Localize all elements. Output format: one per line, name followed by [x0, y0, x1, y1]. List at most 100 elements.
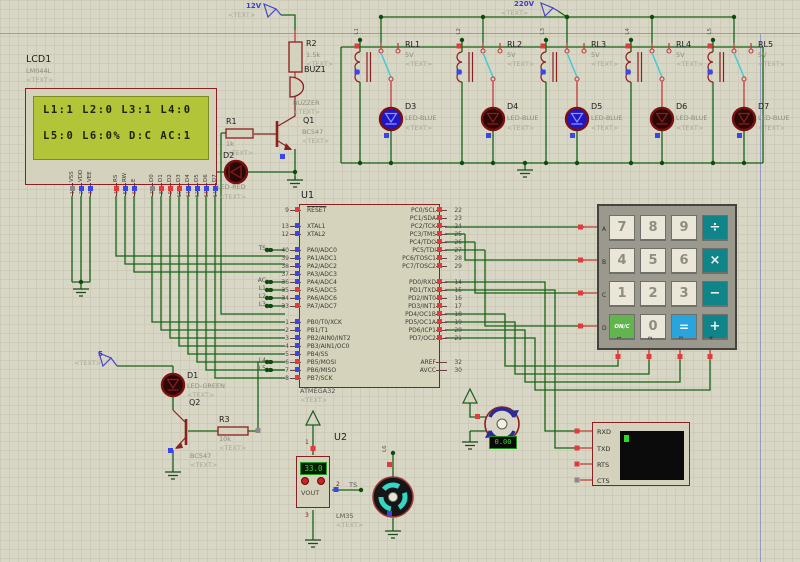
pin-stub: [436, 318, 447, 326]
keypad-key[interactable]: 9: [671, 215, 697, 241]
keypad-key[interactable]: 2: [640, 281, 666, 307]
relay-rl4-with-led-d6[interactable]: [624, 13, 675, 167]
pin-number: 22: [454, 206, 462, 214]
power-label-5v: 5: [98, 350, 103, 358]
net-tag-dot: [267, 302, 274, 310]
pin-stub: [290, 334, 301, 342]
u1-pin-row: PD5/OC1A 19: [362, 318, 472, 326]
keypad-row-label: B: [602, 259, 607, 266]
pin-name: PC7/TOSC2: [402, 262, 436, 270]
pin-number: 2: [285, 326, 289, 334]
keypad-key[interactable]: ×: [702, 248, 728, 274]
keypad-key[interactable]: 6: [671, 248, 697, 274]
transistor-q1[interactable]: [254, 96, 296, 150]
pin-number: 26: [454, 238, 462, 246]
net-tag-label: L5: [258, 364, 266, 372]
d1-model: LED-GREEN: [187, 382, 225, 390]
lm35-sensor[interactable]: 33.0 VOUT: [296, 456, 330, 508]
relay-ref: RL1: [405, 40, 421, 49]
led-ref: D3: [405, 102, 417, 111]
keypad-key[interactable]: 3: [671, 281, 697, 307]
keypad-key[interactable]: +: [702, 314, 728, 340]
keypad-key[interactable]: 4: [609, 248, 635, 274]
pin-name: PD4/OC1B: [405, 310, 436, 318]
lcd-pin: D0 7: [148, 160, 157, 204]
relay-text: <TEXT>: [405, 60, 433, 68]
pin-number: 9: [285, 206, 289, 214]
u1-pin-row: PC2/TCK 24: [362, 222, 472, 230]
pin-name: AVCC: [419, 366, 436, 374]
keypad[interactable]: 7 8 9 ÷ 4 5 6 × 1 2 3− ON/C 0 = + ABCD 1234: [597, 204, 737, 350]
led-d1[interactable]: [160, 372, 186, 398]
lcd-pin: D6 13: [202, 160, 211, 204]
pin-number: 5: [285, 350, 289, 358]
pin-stub: [436, 214, 447, 222]
r3-value: 10k: [219, 435, 232, 443]
pin-number: 17: [454, 302, 462, 310]
virtual-terminal[interactable]: RXD TXD RTS CTS: [592, 422, 690, 486]
keypad-row-label: A: [602, 226, 607, 233]
terminal-pin-label: RXD: [597, 428, 611, 436]
pin-number: 20: [454, 326, 462, 334]
relay-value: 5V: [507, 51, 516, 59]
u1-pin-row: PD7/OC2 21: [362, 334, 472, 342]
pin-stub: [436, 350, 447, 358]
fan-symbol[interactable]: [372, 476, 414, 518]
relay-rl1-with-led-d3[interactable]: [353, 13, 404, 167]
q1-model: BC547: [302, 128, 324, 136]
led-text: <TEXT>: [758, 124, 786, 132]
lcd-screen: L1:1 L2:0 L3:1 L4:0 L5:0 L6:0% D:C AC:1: [33, 96, 209, 160]
keypad-key[interactable]: 5: [640, 248, 666, 274]
pin-stub: [290, 278, 301, 286]
lcd-pin-label: D1: [158, 174, 164, 182]
u1-pin-row: PC0/SCL 22: [362, 206, 472, 214]
u2-pin3-number: 3: [305, 512, 309, 519]
pin-stub: [290, 238, 301, 246]
led-ref: D5: [591, 102, 603, 111]
u1-pin-row: PD2/INT0 16: [362, 294, 472, 302]
relay-rl5-with-led-d7[interactable]: [706, 13, 757, 167]
lcd-line2: L5:0 L6:0% D:C AC:1: [43, 130, 192, 142]
lm35-increase-button[interactable]: [301, 477, 309, 485]
lm35-decrease-button[interactable]: [317, 477, 325, 485]
lm35-vout-label: VOUT: [301, 489, 320, 497]
relay-rl2-with-led-d4[interactable]: [455, 13, 506, 167]
u1-pin-row: PD1/TXD 15: [362, 286, 472, 294]
pin-stub: [290, 366, 301, 374]
q2-model: BC547: [190, 452, 212, 460]
u1-pin-row: PC6/TOSC1 28: [362, 254, 472, 262]
keypad-key[interactable]: 7: [609, 215, 635, 241]
net-tag-label: L3: [258, 300, 266, 308]
lcd-pin-number: 12: [194, 191, 201, 198]
d2-ref: D2: [223, 151, 235, 160]
transistor-q2[interactable]: [172, 409, 188, 449]
buzzer-symbol[interactable]: [289, 76, 305, 98]
resistor-r3[interactable]: [217, 426, 249, 436]
led-ref: D4: [507, 102, 519, 111]
pin-name: PA7/ADC7: [307, 302, 337, 310]
pin-name: PA1/ADC1: [307, 254, 337, 262]
terminal-screen: [620, 431, 684, 480]
net-tag-dot: [267, 374, 274, 382]
keypad-key[interactable]: −: [702, 281, 728, 307]
pin-number: 18: [454, 310, 462, 318]
resistor-r1[interactable]: [225, 128, 254, 139]
lcd-pin-label: D3: [176, 174, 182, 182]
net-tag-label: AC: [257, 276, 266, 284]
keypad-col-label: 2: [648, 336, 654, 340]
relay-net-label: L3: [540, 28, 546, 35]
relay-rl3-with-led-d5[interactable]: [539, 13, 590, 167]
keypad-key[interactable]: ÷: [702, 215, 728, 241]
pin-stub: [436, 358, 447, 366]
led-d2[interactable]: [223, 159, 249, 185]
keypad-key[interactable]: 8: [640, 215, 666, 241]
net-tag-dot: [267, 350, 274, 358]
lcd-pin-number: 4: [113, 191, 120, 195]
pin-name: RESET: [307, 206, 327, 214]
pin-stub: [436, 302, 447, 310]
pin-stub: [436, 246, 447, 254]
q2-ref: Q2: [189, 398, 201, 407]
resistor-r2[interactable]: [288, 41, 303, 73]
pin-stub: [290, 302, 301, 310]
keypad-key[interactable]: 1: [609, 281, 635, 307]
